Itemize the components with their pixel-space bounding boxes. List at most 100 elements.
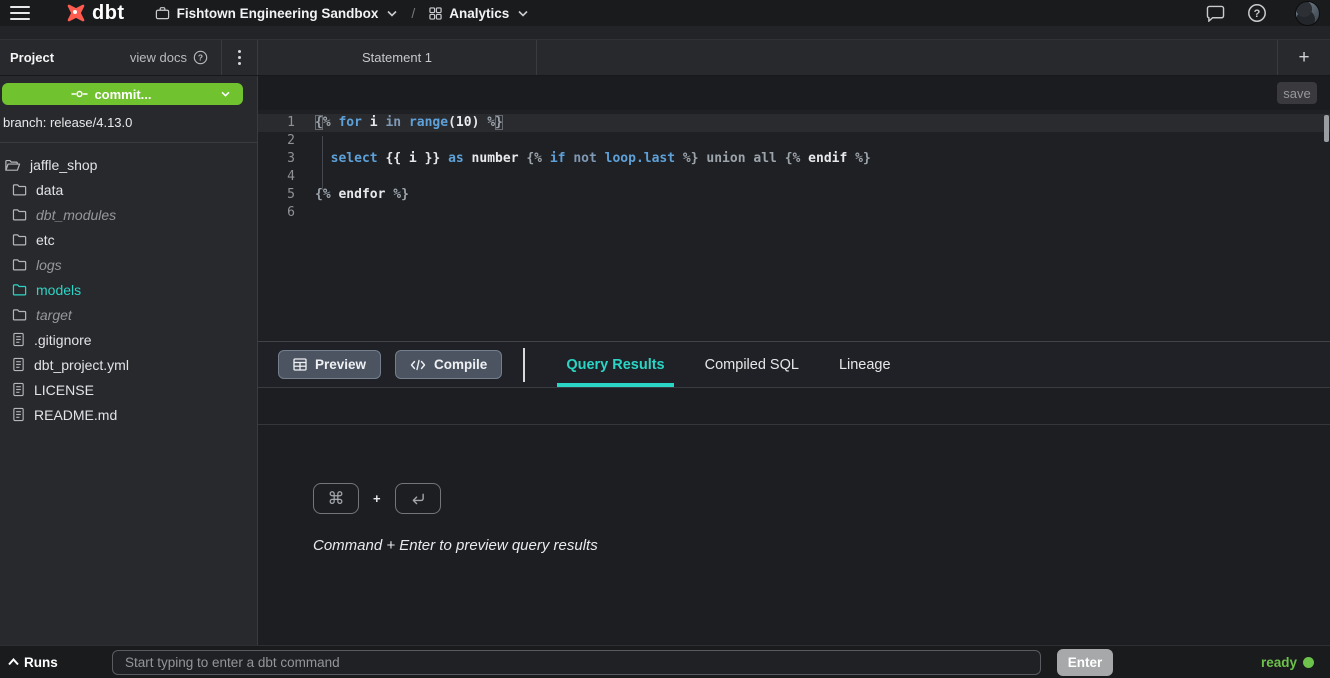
path-separator: / <box>411 5 415 21</box>
project-header-title: Project <box>10 50 54 65</box>
shortcut-hint-text: Command + Enter to preview query results <box>313 537 1330 554</box>
chevron-up-icon <box>8 658 19 666</box>
code-icon <box>410 359 426 371</box>
view-docs-link[interactable]: view docs <box>130 50 187 65</box>
account-switcher[interactable]: Fishtown Engineering Sandbox <box>155 6 398 21</box>
tab-lineage[interactable]: Lineage <box>830 342 900 387</box>
line-number: 3 <box>258 150 308 168</box>
code-line: 1 {% for i in range(10) %} <box>258 114 1330 132</box>
tree-item-data[interactable]: data <box>0 177 257 202</box>
tree-item-license[interactable]: LICENSE <box>0 377 257 402</box>
sidebar: commit... branch: release/4.13.0 jaff <box>0 76 258 645</box>
editor-toolbar: save <box>258 76 1330 110</box>
green-dot <box>1303 657 1314 668</box>
tree-item-label: LICENSE <box>34 382 94 398</box>
tree-item-label: data <box>36 182 63 198</box>
code-line: 5 {% endfor %} <box>258 186 1330 204</box>
tree-item-gitignore[interactable]: .gitignore <box>0 327 257 352</box>
results-content: ⌘ + Command + Enter to preview query res… <box>258 425 1330 645</box>
tree-item-label: dbt_project.yml <box>34 357 129 373</box>
account-name: Fishtown Engineering Sandbox <box>177 6 379 21</box>
branch-label: branch: release/4.13.0 <box>3 115 132 130</box>
folder-open-icon <box>4 158 21 172</box>
tree-item-label: models <box>36 282 81 298</box>
code-editor[interactable]: 1 {% for i in range(10) %} 2 3 select {{… <box>258 110 1330 341</box>
tree-item-readme[interactable]: README.md <box>0 402 257 427</box>
file-icon <box>12 407 25 422</box>
tree-item-label: target <box>36 307 72 323</box>
line-number: 5 <box>258 186 308 204</box>
save-button[interactable]: save <box>1277 82 1317 104</box>
runs-toggle[interactable]: Runs <box>8 646 58 678</box>
commit-button[interactable]: commit... <box>2 83 243 105</box>
status-bar: Runs Enter ready <box>0 645 1330 678</box>
tree-item-label: README.md <box>34 407 117 423</box>
tab-statement-1[interactable]: Statement 1 <box>258 40 537 75</box>
line-number: 4 <box>258 168 308 186</box>
sidebar-divider <box>0 142 257 143</box>
tree-item-dbt-modules[interactable]: dbt_modules <box>0 202 257 227</box>
project-switcher[interactable]: Analytics <box>429 6 528 21</box>
file-icon <box>12 382 25 397</box>
indent-guide <box>322 136 323 190</box>
folder-icon <box>12 208 27 221</box>
chevron-down-icon <box>387 10 397 17</box>
editor-column: save 1 {% for i in range(10) %} 2 3 sele… <box>258 76 1330 645</box>
tree-item-models[interactable]: models <box>0 277 257 302</box>
tree-item-logs[interactable]: logs <box>0 252 257 277</box>
line-number: 2 <box>258 132 308 150</box>
enter-button[interactable]: Enter <box>1057 649 1113 676</box>
tab-query-results[interactable]: Query Results <box>557 342 673 387</box>
results-tabs: Query Results Compiled SQL Lineage <box>557 342 899 387</box>
chevron-down-icon <box>518 10 528 17</box>
tree-item-target[interactable]: target <box>0 302 257 327</box>
preview-button[interactable]: Preview <box>278 350 381 379</box>
header-row: Project view docs ? Statement 1 + <box>0 40 1330 76</box>
hamburger-icon[interactable] <box>10 6 30 20</box>
dbt-command-input[interactable] <box>112 650 1041 675</box>
help-icon[interactable]: ? <box>1247 3 1267 23</box>
folder-icon <box>12 183 27 196</box>
user-avatar[interactable] <box>1295 1 1320 26</box>
commit-dropdown-caret[interactable] <box>221 91 243 97</box>
grid-icon <box>429 7 442 20</box>
tree-item-label: .gitignore <box>34 332 92 348</box>
tree-item-etc[interactable]: etc <box>0 227 257 252</box>
commit-button-label: commit... <box>94 87 151 102</box>
connection-status: ready <box>1261 646 1314 678</box>
chat-bubble-icon[interactable] <box>1206 5 1225 22</box>
code-line: 2 <box>258 132 1330 150</box>
help-circle-icon[interactable]: ? <box>193 50 208 65</box>
file-icon <box>12 357 25 372</box>
dbt-logo-icon <box>64 1 88 25</box>
tree-item-label: dbt_modules <box>36 207 116 223</box>
dbt-cloud-ide: dbt Fishtown Engineering Sandbox / <box>0 0 1330 678</box>
code-line: 4 <box>258 168 1330 186</box>
plus-label: + <box>373 491 381 506</box>
new-tab-button[interactable]: + <box>1277 40 1330 75</box>
file-tree: jaffle_shop data d <box>0 152 257 427</box>
table-icon <box>293 358 307 371</box>
code-line: 6 <box>258 204 1330 222</box>
sub-header-strip <box>0 26 1330 40</box>
briefcase-icon <box>155 6 170 21</box>
svg-text:?: ? <box>198 53 203 63</box>
runs-label: Runs <box>24 655 58 670</box>
compile-button[interactable]: Compile <box>395 350 502 379</box>
main-row: commit... branch: release/4.13.0 jaff <box>0 76 1330 645</box>
folder-icon <box>12 258 27 271</box>
compile-button-label: Compile <box>434 357 487 372</box>
folder-icon <box>12 308 27 321</box>
editor-scrollbar[interactable] <box>1324 115 1329 142</box>
tree-item-dbt-project-yml[interactable]: dbt_project.yml <box>0 352 257 377</box>
project-name: Analytics <box>449 6 509 21</box>
results-divider <box>523 348 525 382</box>
commit-icon <box>71 89 88 99</box>
tab-compiled-sql[interactable]: Compiled SQL <box>696 342 808 387</box>
line-number: 1 <box>258 114 308 132</box>
tree-item-jaffle-shop[interactable]: jaffle_shop <box>0 152 257 177</box>
command-key: ⌘ <box>313 483 359 514</box>
file-icon <box>12 332 25 347</box>
kebab-menu-icon[interactable] <box>222 50 257 65</box>
status-label: ready <box>1261 655 1297 670</box>
